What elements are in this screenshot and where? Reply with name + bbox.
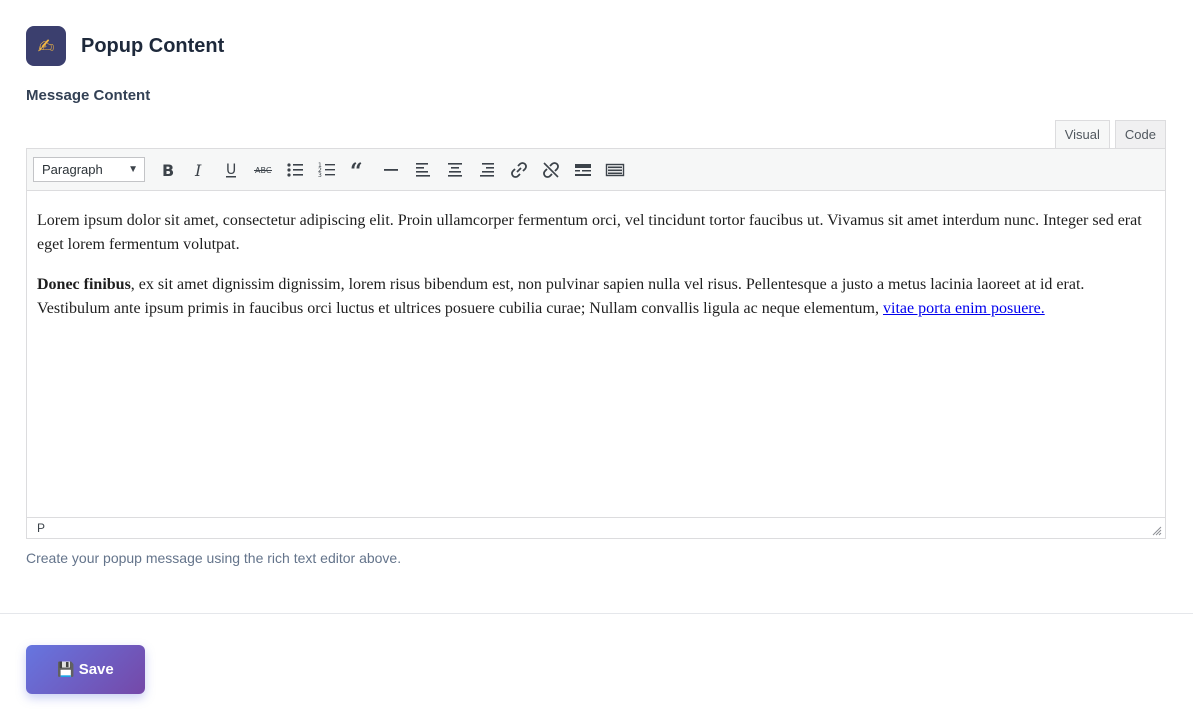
numbered-list-icon: 123 <box>318 162 335 179</box>
bold-button[interactable]: B <box>151 155 183 185</box>
paragraph-1: Lorem ipsum dolor sit amet, consectetur … <box>37 212 1142 253</box>
paragraph-2: Donec finibus, ex sit amet dignissim dig… <box>37 273 1155 321</box>
divider <box>0 613 1193 614</box>
toolbar-toggle-button[interactable] <box>599 155 631 185</box>
underline-icon: U <box>226 162 236 178</box>
editor-content[interactable]: Lorem ipsum dolor sit amet, consectetur … <box>27 191 1165 517</box>
align-left-icon <box>416 162 430 177</box>
svg-text:I: I <box>194 161 202 180</box>
read-more-icon <box>575 163 591 176</box>
keyboard-icon <box>605 163 625 176</box>
italic-icon: I <box>194 161 202 180</box>
remove-link-button[interactable] <box>535 155 567 185</box>
element-path[interactable]: P <box>37 521 45 535</box>
editor-toolbar: Paragraph ▼ B I U ABC 123 “ <box>27 149 1165 191</box>
editor-tabs: Visual Code <box>1054 120 1166 150</box>
editor-statusbar: P <box>27 517 1165 538</box>
horizontal-rule-icon <box>384 168 398 171</box>
help-text: Create your popup message using the rich… <box>26 550 402 566</box>
rich-text-editor: Paragraph ▼ B I U ABC 123 “ Lorem ipsum … <box>26 148 1166 539</box>
svg-text:B: B <box>162 161 174 180</box>
bold-icon: B <box>162 161 174 180</box>
align-right-icon <box>480 162 494 177</box>
blockquote-button[interactable]: “ <box>343 155 375 185</box>
strikethrough-icon: ABC <box>254 166 272 175</box>
unlink-icon <box>543 161 559 178</box>
tab-visual[interactable]: Visual <box>1054 120 1110 150</box>
strikethrough-button[interactable]: ABC <box>247 155 279 185</box>
align-center-icon <box>448 162 462 177</box>
save-button[interactable]: 💾 Save <box>26 645 145 694</box>
link-icon <box>511 161 527 178</box>
bullet-list-icon <box>287 162 303 177</box>
format-select[interactable]: Paragraph ▼ <box>33 157 145 182</box>
insert-link-button[interactable] <box>503 155 535 185</box>
svg-text:“: “ <box>350 160 363 180</box>
content-link[interactable]: vitae porta enim posuere. <box>883 300 1045 317</box>
italic-button[interactable]: I <box>183 155 215 185</box>
quote-icon: “ <box>350 160 363 180</box>
align-right-button[interactable] <box>471 155 503 185</box>
read-more-button[interactable] <box>567 155 599 185</box>
tab-code[interactable]: Code <box>1114 120 1166 149</box>
page-header: ✍ Popup Content <box>26 26 224 66</box>
writing-hand-icon: ✍ <box>26 26 66 66</box>
bullet-list-button[interactable] <box>279 155 311 185</box>
save-button-label: Save <box>78 661 114 678</box>
message-content-label: Message Content <box>26 87 151 104</box>
chevron-down-icon: ▼ <box>128 164 138 175</box>
bold-text: Donec finibus <box>37 276 131 293</box>
floppy-disk-icon: 💾 <box>57 661 75 677</box>
underline-button[interactable]: U <box>215 155 247 185</box>
align-left-button[interactable] <box>407 155 439 185</box>
align-center-button[interactable] <box>439 155 471 185</box>
svg-text:3: 3 <box>318 172 322 179</box>
format-select-value: Paragraph <box>42 162 103 177</box>
svg-text:U: U <box>226 162 236 178</box>
horizontal-rule-button[interactable] <box>375 155 407 185</box>
numbered-list-button[interactable]: 123 <box>311 155 343 185</box>
resize-handle-icon[interactable] <box>1152 526 1162 536</box>
page-title: Popup Content <box>81 34 225 57</box>
